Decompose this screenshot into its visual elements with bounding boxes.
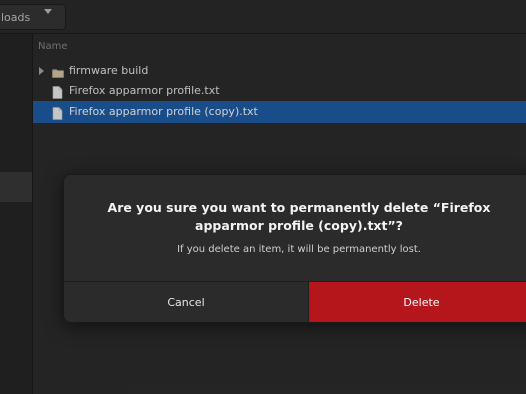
dialog-button-row: Cancel Delete [64, 281, 526, 322]
dialog-message: If you delete an item, it will be perman… [177, 244, 421, 255]
file-chooser-window: loads Name firmware build Firefox apparm… [0, 0, 526, 394]
delete-confirmation-dialog: Are you sure you want to permanently del… [63, 174, 526, 323]
cancel-button[interactable]: Cancel [64, 282, 309, 322]
dialog-title: Are you sure you want to permanently del… [64, 199, 526, 235]
dialog-title-line-2: apparmor profile (copy).txt”? [195, 218, 403, 233]
dialog-title-line-1: Are you sure you want to permanently del… [107, 200, 491, 215]
delete-button[interactable]: Delete [309, 282, 526, 322]
